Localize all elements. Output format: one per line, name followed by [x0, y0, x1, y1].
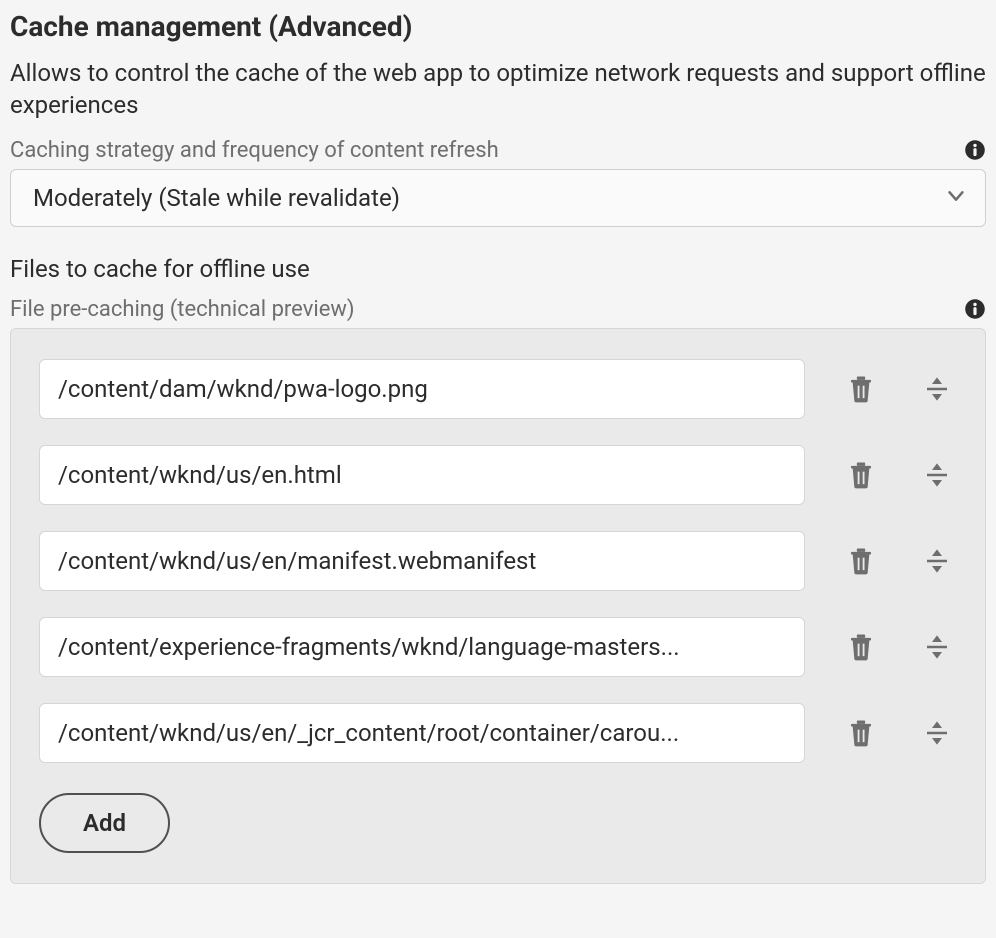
precache-row [39, 445, 957, 505]
delete-button[interactable] [841, 455, 881, 495]
strategy-label-row: Caching strategy and frequency of conten… [10, 138, 986, 163]
info-icon[interactable] [964, 298, 986, 320]
section-description: Allows to control the cache of the web a… [10, 57, 986, 122]
trash-icon [846, 374, 876, 404]
cache-management-panel: Cache management (Advanced) Allows to co… [0, 0, 996, 904]
precache-path-input[interactable] [39, 531, 805, 591]
precache-heading: Files to cache for offline use [10, 255, 986, 283]
precache-row [39, 531, 957, 591]
strategy-label: Caching strategy and frequency of conten… [10, 138, 499, 163]
delete-button[interactable] [841, 713, 881, 753]
precache-path-input[interactable] [39, 703, 805, 763]
reorder-icon [922, 632, 952, 662]
precache-label: File pre-caching (technical preview) [10, 297, 355, 322]
reorder-handle[interactable] [917, 369, 957, 409]
trash-icon [846, 460, 876, 490]
strategy-select[interactable]: Moderately (Stale while revalidate) [10, 169, 986, 227]
precache-path-input[interactable] [39, 359, 805, 419]
trash-icon [846, 546, 876, 576]
precache-label-row: File pre-caching (technical preview) [10, 297, 986, 322]
precache-path-input[interactable] [39, 617, 805, 677]
reorder-handle[interactable] [917, 541, 957, 581]
reorder-handle[interactable] [917, 627, 957, 667]
precache-path-input[interactable] [39, 445, 805, 505]
precache-list: Add [10, 328, 986, 884]
reorder-icon [922, 374, 952, 404]
precache-row [39, 703, 957, 763]
precache-row [39, 617, 957, 677]
delete-button[interactable] [841, 627, 881, 667]
precache-row [39, 359, 957, 419]
add-button[interactable]: Add [39, 793, 170, 853]
strategy-selected-value: Moderately (Stale while revalidate) [33, 184, 400, 212]
delete-button[interactable] [841, 541, 881, 581]
info-icon[interactable] [964, 139, 986, 161]
reorder-icon [922, 546, 952, 576]
trash-icon [846, 632, 876, 662]
reorder-handle[interactable] [917, 455, 957, 495]
delete-button[interactable] [841, 369, 881, 409]
reorder-handle[interactable] [917, 713, 957, 753]
reorder-icon [922, 718, 952, 748]
trash-icon [846, 718, 876, 748]
reorder-icon [922, 460, 952, 490]
section-title: Cache management (Advanced) [10, 10, 986, 43]
chevron-down-icon [945, 185, 967, 211]
